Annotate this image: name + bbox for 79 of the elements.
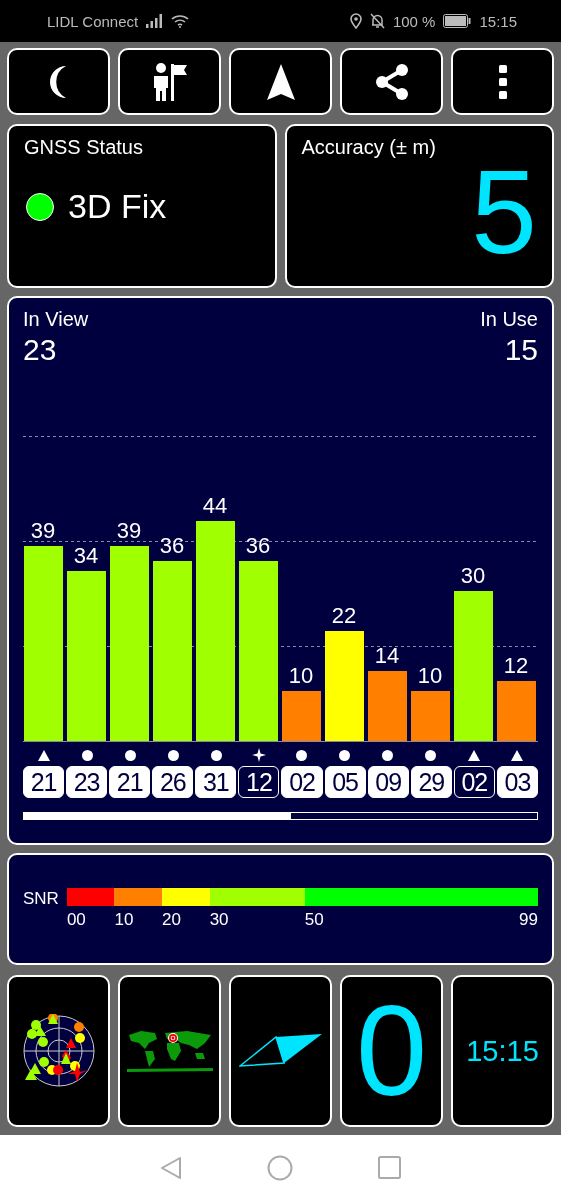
bar-value-label: 39	[30, 518, 56, 543]
dot-icon	[81, 749, 93, 761]
bell-off-icon	[369, 13, 385, 29]
dot-icon	[339, 749, 351, 761]
in-view-label: In View	[23, 308, 89, 331]
toolbar-button[interactable]	[229, 48, 332, 115]
clock-time: 15:15	[466, 1034, 539, 1068]
snr-label: SNR	[23, 888, 59, 910]
dot-icon	[124, 749, 136, 761]
satellite-id: 05	[324, 766, 366, 798]
satellite-id: 26	[152, 766, 194, 798]
toolbar-button[interactable]	[451, 48, 554, 115]
status-time: 15:15	[479, 12, 517, 30]
signal-icon	[146, 14, 164, 28]
satellite-id: 23	[66, 766, 108, 798]
wifi-icon	[171, 14, 190, 28]
widget-tile[interactable]: 0	[340, 975, 443, 1127]
snr-bar	[411, 691, 450, 741]
triangle-icon	[467, 749, 480, 761]
speed-value: 0	[355, 987, 428, 1115]
snr-bar	[368, 671, 407, 741]
snr-tick: 10	[114, 910, 134, 930]
bar-value-label: 34	[73, 543, 99, 568]
bar-value-label: 36	[159, 533, 185, 558]
more-icon	[497, 64, 508, 99]
satellite-id: 09	[367, 766, 409, 798]
card-title: GNSS Status	[24, 136, 144, 159]
satellite-id: 21	[23, 766, 65, 798]
snr-tick: 99	[519, 910, 538, 930]
bar-value-label: 39	[116, 518, 142, 543]
toolbar-button[interactable]	[7, 48, 110, 115]
snr-tick: 00	[66, 910, 86, 930]
navigation-arrow-icon	[266, 63, 295, 100]
snr-bar	[497, 681, 536, 741]
satellite-id: 29	[410, 766, 452, 798]
dot-icon	[210, 749, 222, 761]
dot-icon	[382, 749, 394, 761]
satellite-id: 31	[195, 766, 237, 798]
bar-value-label: 10	[417, 663, 443, 688]
carrier-name: LIDL Connect	[47, 12, 139, 30]
in-use-count: 15	[504, 333, 538, 367]
snr-tick: 30	[209, 910, 229, 930]
star-icon	[252, 748, 267, 762]
satellite-id: 02	[281, 766, 323, 798]
battery-percent: 100 %	[392, 12, 436, 30]
accuracy-value: 5	[470, 153, 537, 271]
satellite-id: 12	[238, 766, 280, 798]
snr-tick: 50	[304, 910, 324, 930]
card-title: Accuracy (± m)	[301, 136, 437, 159]
bar-value-label: 36	[245, 533, 271, 558]
dot-icon	[167, 749, 179, 761]
toolbar-button[interactable]	[118, 48, 221, 115]
bar-value-label: 44	[202, 493, 228, 518]
in-use-label: In Use	[480, 308, 538, 331]
person-flag-icon	[151, 61, 188, 102]
location-pin-icon	[349, 13, 362, 29]
triangle-icon	[38, 749, 51, 761]
bar-value-label: 10	[288, 663, 314, 688]
snr-tick: 20	[162, 910, 181, 930]
triangle-icon	[510, 749, 523, 761]
satellite-id: 21	[109, 766, 151, 798]
battery-icon	[443, 14, 472, 28]
in-view-count: 23	[23, 333, 57, 367]
bar-value-label: 30	[460, 563, 486, 588]
dot-icon	[296, 749, 308, 761]
widget-tile[interactable]: 15:15	[451, 975, 554, 1127]
bar-value-label: 12	[503, 653, 529, 678]
share-icon	[374, 63, 409, 100]
satellite-id: 03	[496, 766, 538, 798]
widget-tile[interactable]	[118, 975, 221, 1127]
snr-bar	[282, 691, 321, 741]
dot-icon	[425, 749, 437, 761]
fix-status: 3D Fix	[68, 187, 167, 226]
widget-tile[interactable]	[229, 975, 332, 1127]
bar-value-label: 22	[331, 603, 357, 628]
widget-tile[interactable]	[7, 975, 110, 1127]
satellite-id: 02	[453, 766, 495, 798]
bar-value-label: 14	[374, 643, 400, 668]
toolbar-button[interactable]	[340, 48, 443, 115]
